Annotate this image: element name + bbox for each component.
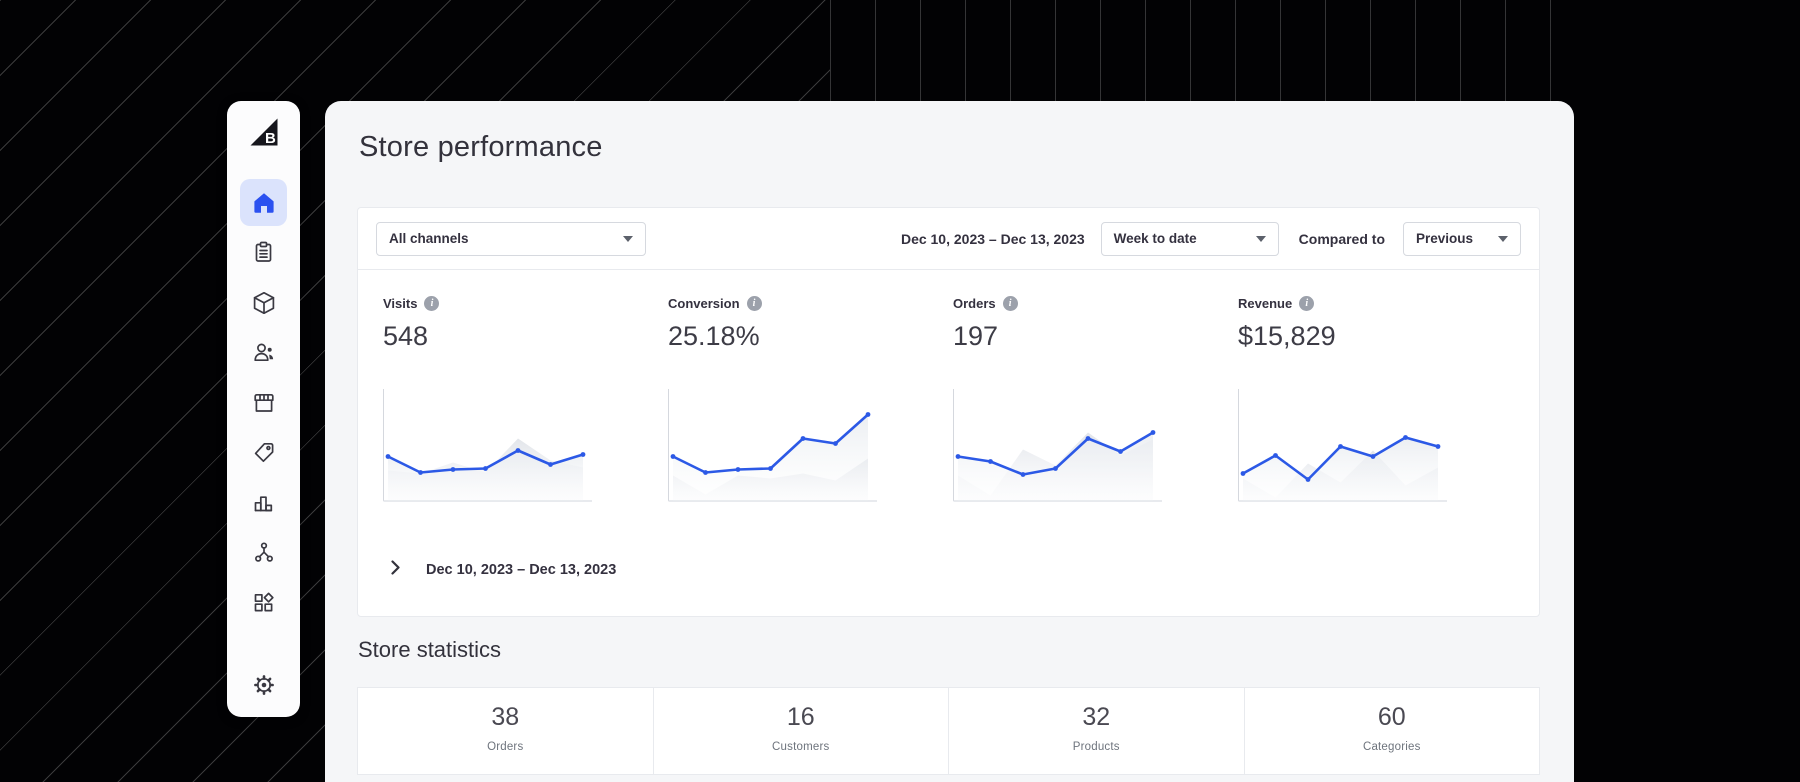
filter-row: All channels Dec 10, 2023 – Dec 13, 2023… (358, 208, 1539, 270)
customers-icon (251, 340, 277, 366)
sidebar-item-settings[interactable] (240, 661, 287, 708)
sidebar-item-products[interactable] (240, 279, 287, 326)
sidebar-item-storefront[interactable] (240, 379, 287, 426)
metric-value: $15,829 (1238, 321, 1336, 351)
bigcommerce-logo[interactable]: B (249, 117, 279, 147)
date-range-label: Dec 10, 2023 – Dec 13, 2023 (900, 230, 1085, 247)
expander-label: Dec 10, 2023 – Dec 13, 2023 (426, 562, 617, 578)
compare-select[interactable]: Previous (1403, 221, 1521, 256)
tag-icon (251, 440, 277, 466)
metric-label: Revenue (1238, 296, 1293, 311)
info-icon[interactable]: i (1002, 296, 1018, 311)
stat-customers: 16 Customers (654, 688, 949, 774)
info-icon[interactable]: i (746, 296, 762, 311)
stat-orders: 38 Orders (358, 688, 654, 774)
sidebar: B (227, 101, 300, 717)
metric-value: 548 (383, 321, 429, 351)
metric-value: 25.18% (668, 321, 760, 351)
svg-text:B: B (265, 130, 276, 147)
share-nodes-icon (251, 540, 277, 566)
visits-sparkline (383, 389, 592, 502)
sidebar-item-apps[interactable] (240, 579, 287, 626)
gear-icon (251, 672, 277, 698)
stat-label: Customers (772, 741, 830, 753)
stat-value: 32 (1082, 703, 1111, 731)
page-title: Store performance (359, 131, 603, 163)
channel-select-value: All channels (389, 231, 469, 246)
stat-label: Categories (1362, 741, 1421, 753)
metric-orders: Orders i 197 (953, 296, 1238, 507)
conversion-sparkline (668, 389, 877, 502)
chevron-down-icon (623, 235, 633, 242)
chevron-right-icon (391, 560, 400, 580)
revenue-sparkline (1238, 389, 1447, 502)
metric-label: Orders (953, 296, 996, 311)
store-statistics-card: 38 Orders 16 Customers 32 Products 60 Ca… (357, 687, 1540, 775)
sidebar-item-analytics[interactable] (240, 479, 287, 526)
period-select[interactable]: Week to date (1100, 221, 1279, 256)
stat-value: 16 (786, 703, 815, 731)
stat-products: 32 Products (949, 688, 1245, 774)
chevron-down-icon (1498, 235, 1508, 242)
channel-select[interactable]: All channels (376, 221, 646, 256)
sidebar-item-orders[interactable] (240, 229, 287, 276)
stat-value: 38 (491, 703, 520, 731)
date-range-expander[interactable]: Dec 10, 2023 – Dec 13, 2023 (391, 560, 616, 580)
metrics-row: Visits i 548 Conversion i 25.18% Orders … (358, 270, 1539, 507)
orders-sparkline (953, 389, 1162, 502)
info-icon[interactable]: i (424, 296, 440, 311)
stat-label: Products (1072, 741, 1120, 753)
period-select-value: Week to date (1113, 231, 1197, 246)
metric-label: Visits (383, 296, 418, 311)
metric-label: Conversion (668, 296, 740, 311)
store-statistics-title: Store statistics (358, 637, 502, 662)
compared-to-label: Compared to (1298, 230, 1385, 247)
metric-conversion: Conversion i 25.18% (668, 296, 953, 507)
apps-grid-icon (251, 590, 276, 615)
metric-value: 197 (953, 321, 999, 351)
dashboard-panel: Store performance All channels Dec 10, 2… (325, 101, 1574, 782)
cube-icon (251, 290, 277, 316)
bar-chart-icon (251, 490, 276, 515)
compare-select-value: Previous (1416, 231, 1474, 246)
info-icon[interactable]: i (1299, 296, 1315, 311)
clipboard-icon (251, 240, 276, 265)
sidebar-item-channels[interactable] (240, 529, 287, 576)
home-icon (251, 190, 277, 216)
stat-categories: 60 Categories (1245, 688, 1540, 774)
stat-value: 60 (1377, 703, 1406, 731)
stat-label: Orders (487, 741, 524, 753)
sidebar-item-marketing[interactable] (240, 429, 287, 476)
sidebar-item-home[interactable] (240, 179, 287, 226)
storefront-icon (251, 390, 277, 416)
metric-revenue: Revenue i $15,829 (1238, 296, 1523, 507)
metric-visits: Visits i 548 (383, 296, 668, 507)
sidebar-item-customers[interactable] (240, 329, 287, 376)
chevron-down-icon (1255, 235, 1266, 242)
store-performance-card: All channels Dec 10, 2023 – Dec 13, 2023… (357, 207, 1540, 617)
